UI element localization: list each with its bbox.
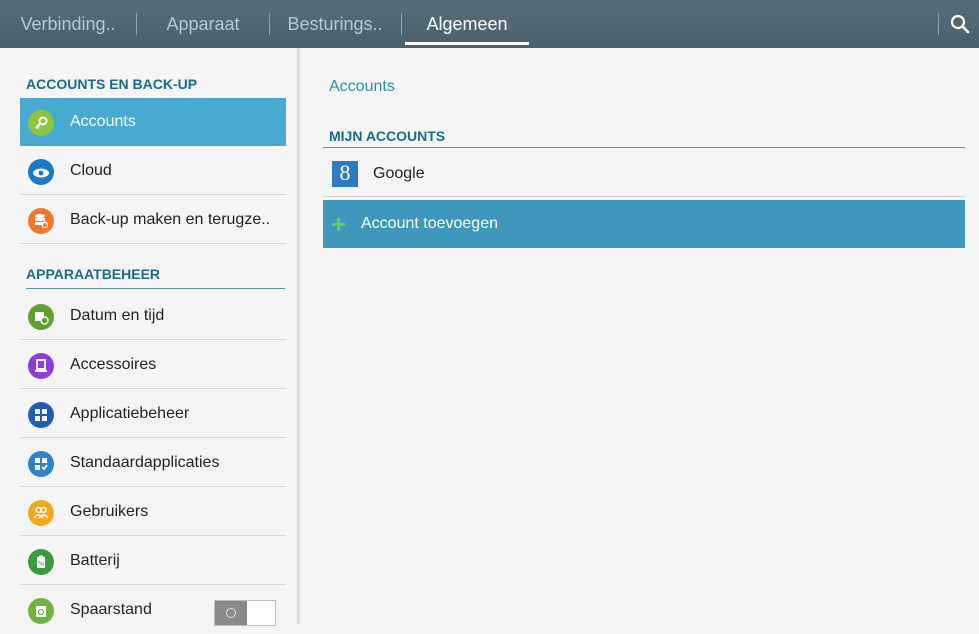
sidebar-item-label: Batterij: [70, 552, 120, 569]
sidebar-item-power-saving[interactable]: Spaarstand: [20, 586, 286, 634]
search-button[interactable]: [940, 0, 979, 48]
accessory-icon: [28, 353, 54, 379]
power-saving-icon: [28, 598, 54, 624]
cloud-icon: [28, 159, 54, 185]
tab-apparaat[interactable]: Apparaat: [137, 0, 269, 48]
add-account-label: Account toevoegen: [361, 215, 498, 232]
tab-algemeen-label: Algemeen: [426, 14, 508, 34]
sidebar-item-users[interactable]: Gebruikers: [20, 488, 286, 536]
tab-besturings[interactable]: Besturings..: [270, 0, 400, 48]
tab-separator: [938, 13, 939, 35]
page-title: Accounts: [329, 78, 395, 95]
sidebar-item-default-apps[interactable]: Standaardapplicaties: [20, 439, 286, 487]
section-header-accounts-backup: ACCOUNTS EN BACK-UP: [26, 70, 285, 99]
sidebar-item-label: Back-up maken en terugze..: [70, 211, 271, 228]
sidebar-item-label: Spaarstand: [70, 601, 152, 618]
top-tab-bar: Verbinding.. Apparaat Besturings.. Algem…: [0, 0, 979, 48]
account-label: Google: [373, 165, 425, 182]
sidebar-item-cloud[interactable]: Cloud: [20, 147, 286, 195]
add-account-button[interactable]: + Account toevoegen: [323, 200, 965, 248]
settings-sidebar: ACCOUNTS EN BACK-UP Accounts Cloud Back-…: [0, 48, 300, 626]
google-icon: 8: [332, 161, 358, 187]
calendar-clock-icon: [28, 304, 54, 330]
battery-icon: %: [28, 549, 54, 575]
my-accounts-header: MIJN ACCOUNTS: [323, 124, 965, 148]
tab-separator: [401, 13, 402, 35]
sidebar-item-label: Datum en tijd: [70, 307, 165, 324]
power-saving-toggle[interactable]: [214, 600, 276, 626]
toggle-knob: [215, 601, 247, 625]
accounts-panel: Accounts MIJN ACCOUNTS 8 Google + Accoun…: [300, 48, 979, 624]
sidebar-item-app-manager[interactable]: Applicatiebeheer: [20, 390, 286, 438]
default-apps-icon: [28, 451, 54, 477]
sidebar-item-backup[interactable]: Back-up maken en terugze..: [20, 196, 286, 244]
backup-icon: [28, 208, 54, 234]
account-row-google[interactable]: 8 Google: [323, 151, 965, 197]
sidebar-item-label: Standaardapplicaties: [70, 454, 220, 471]
search-icon: [950, 14, 969, 34]
users-icon: [28, 500, 54, 526]
plus-icon: +: [331, 209, 347, 239]
app-grid-icon: [28, 402, 54, 428]
sidebar-item-label: Applicatiebeheer: [70, 405, 190, 422]
sidebar-item-label: Cloud: [70, 162, 112, 179]
sidebar-item-accounts[interactable]: Accounts: [20, 98, 286, 146]
active-tab-indicator: [405, 42, 529, 45]
sidebar-item-label: Accessoires: [70, 356, 157, 373]
tab-verbinding[interactable]: Verbinding..: [0, 0, 136, 48]
sidebar-item-battery[interactable]: % Batterij: [20, 537, 286, 585]
key-icon: [28, 110, 54, 136]
svg-text:%: %: [38, 560, 45, 568]
section-header-device-management: APPARAATBEHEER: [26, 260, 285, 289]
sidebar-item-accessories[interactable]: Accessoires: [20, 341, 286, 389]
sidebar-item-label: Accounts: [70, 113, 136, 130]
sidebar-item-date-time[interactable]: Datum en tijd: [20, 292, 286, 340]
sidebar-item-label: Gebruikers: [70, 503, 149, 520]
tab-algemeen[interactable]: Algemeen: [405, 0, 529, 48]
